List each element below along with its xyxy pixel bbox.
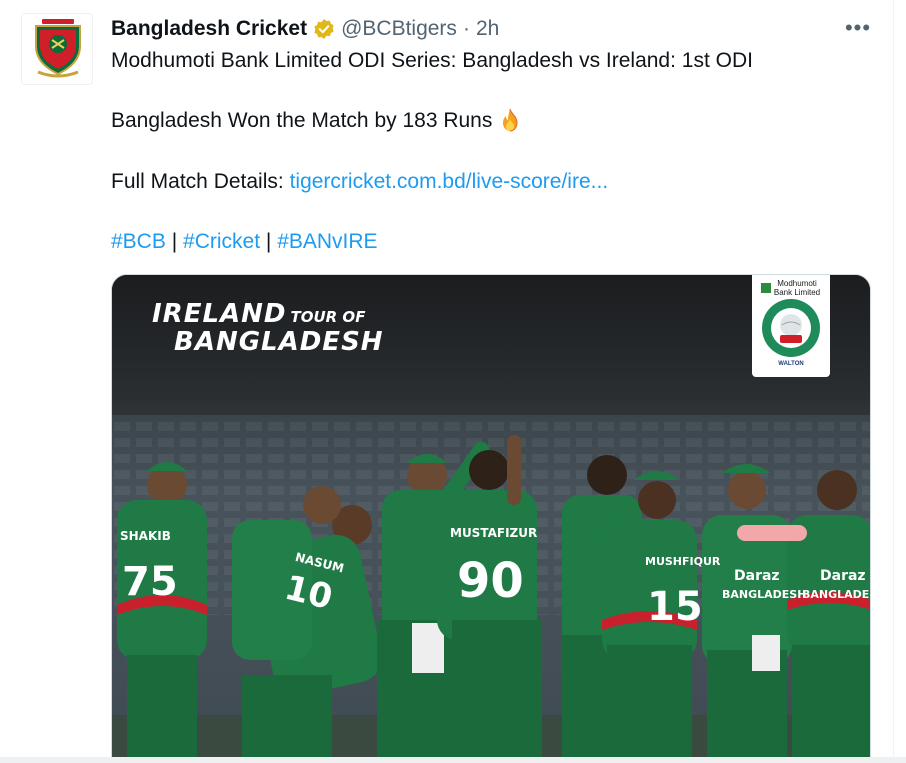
- hashtag-banvire[interactable]: #BANvIRE: [277, 230, 377, 253]
- jersey-sponsor-center: Daraz: [734, 568, 780, 584]
- tour-title-line-2: BANGLADESH: [174, 327, 384, 357]
- user-handle[interactable]: @BCBtigers: [341, 17, 457, 41]
- jersey-name-shakib: SHAKIB: [120, 529, 171, 543]
- display-name[interactable]: Bangladesh Cricket: [111, 17, 307, 41]
- jersey-country-right: BANGLADESH: [802, 588, 871, 601]
- jersey-sponsor-right: Daraz: [820, 568, 866, 584]
- tweet-text-line-1: Modhumoti Bank Limited ODI Series: Bangl…: [111, 49, 753, 72]
- series-sponsor-badge: Modhumoti Bank Limited WALTON: [752, 275, 830, 377]
- separator-dot: ·: [462, 17, 470, 40]
- avatar[interactable]: [21, 13, 93, 85]
- hashtags-line: #BCB | #Cricket | #BANvIRE: [111, 229, 378, 255]
- tour-title-ireland: IRELAND: [152, 299, 287, 329]
- hashtag-cricket[interactable]: #Cricket: [183, 230, 260, 253]
- sponsor-bank-label: Modhumoti Bank Limited: [761, 279, 821, 297]
- jersey-number-mushfiqur: 15: [647, 584, 703, 630]
- fire-emoji-icon: [503, 108, 518, 132]
- tweet-header: Bangladesh Cricket @BCBtigers · 2h: [111, 14, 499, 44]
- jersey-name-mustafizur: MUSTAFIZUR: [450, 526, 537, 540]
- tour-title-line-1: IRELAND TOUR OF: [152, 299, 365, 329]
- jersey-name-mushfiqur: MUSHFIQUR: [645, 555, 721, 568]
- hashtag-bcb[interactable]: #BCB: [111, 230, 166, 253]
- tour-title: IRELAND TOUR OF BANGLADESH: [152, 301, 384, 355]
- details-label: Full Match Details:: [111, 170, 290, 193]
- tweet-media-image[interactable]: SHAKIB 75 NASUM 10 MUSTAFIZUR 90 MUSHFIQ…: [111, 274, 871, 763]
- scroll-edge: [0, 757, 906, 763]
- player-shakib: [117, 462, 207, 762]
- jersey-number-mustafizur: 90: [457, 553, 524, 609]
- bank-logo-icon: [761, 283, 771, 293]
- series-logo-icon: [762, 299, 820, 357]
- hashtag-separator: |: [265, 230, 272, 253]
- bcb-logo: [22, 14, 92, 84]
- tweet-text-line-3: Full Match Details: tigercricket.com.bd/…: [111, 169, 608, 195]
- jersey-country-center: BANGLADESH: [722, 588, 806, 601]
- jersey-number-shakib: 75: [122, 559, 178, 605]
- more-options-icon[interactable]: •••: [844, 15, 872, 40]
- sponsor-walton-label: WALTON: [778, 361, 804, 367]
- tweet-card[interactable]: Bangladesh Cricket @BCBtigers · 2h ••• M…: [0, 0, 894, 763]
- hashtag-separator: |: [171, 230, 178, 253]
- tweet-text-line-2: Bangladesh Won the Match by 183 Runs: [111, 108, 522, 134]
- verified-badge-icon: [314, 19, 334, 39]
- timestamp[interactable]: 2h: [476, 17, 499, 41]
- result-text: Bangladesh Won the Match by 183 Runs: [111, 109, 493, 132]
- tour-title-tour-of: TOUR OF: [290, 308, 366, 326]
- match-details-link[interactable]: tigercricket.com.bd/live-score/ire...: [290, 170, 609, 193]
